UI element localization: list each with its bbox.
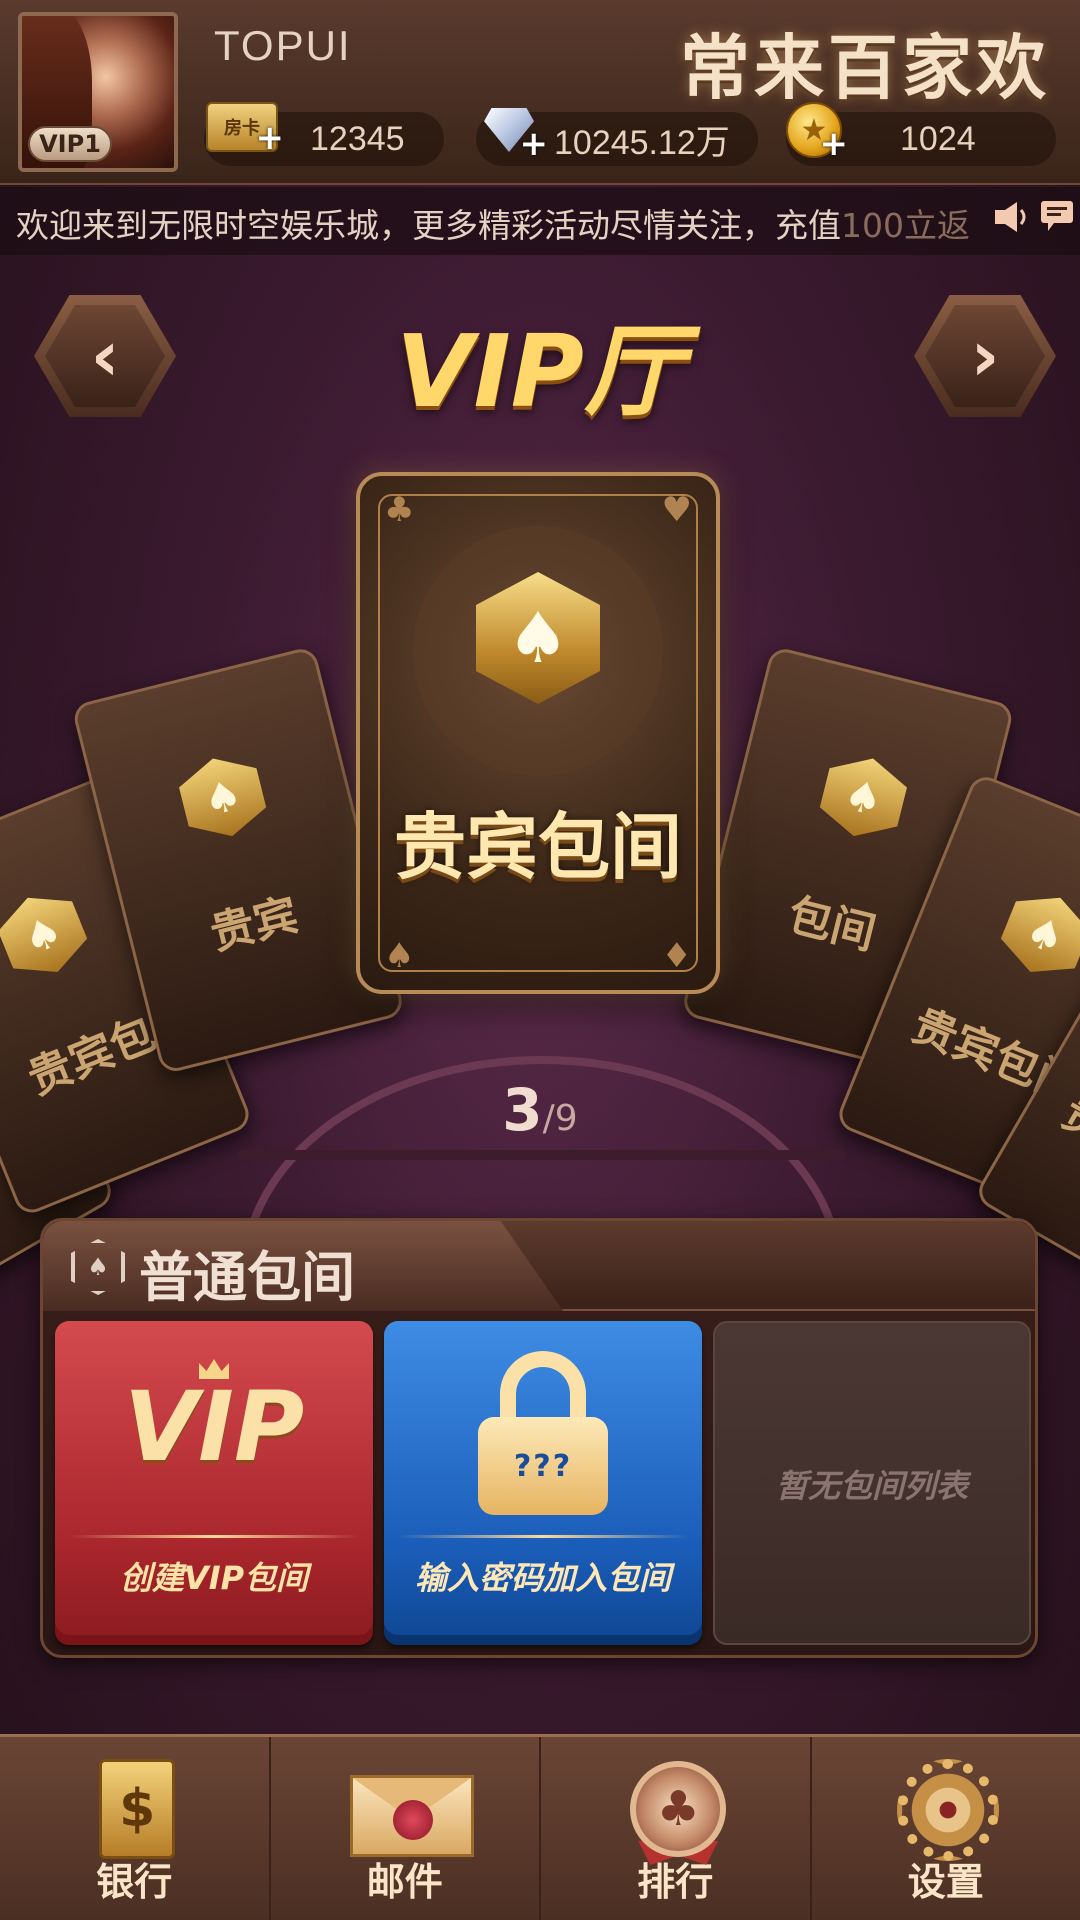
announcement-text: 欢迎来到无限时空娱乐城，更多精彩活动尽情关注，充值100立返 — [16, 206, 970, 245]
create-vip-room-label: 创建VIP包间 — [119, 1559, 309, 1597]
divider — [69, 1535, 359, 1538]
add-room-card-icon[interactable]: + — [256, 118, 285, 158]
nav-bank[interactable]: $ 银行 — [0, 1737, 271, 1920]
coin-stat[interactable]: ★ + 1024 — [786, 102, 1056, 166]
page-current: 3 — [502, 1076, 543, 1144]
coin-count: 1024 — [900, 119, 976, 158]
pager-base — [238, 1150, 846, 1160]
room-card-count: 12345 — [310, 119, 405, 158]
selected-card-label: 贵宾包间 — [393, 805, 682, 889]
panel-header: ♠ 普通包间 — [43, 1221, 1035, 1311]
announcement-bar: 欢迎来到无限时空娱乐城，更多精彩活动尽情关注，充值100立返 — [0, 187, 1080, 255]
top-header: VIP1 TOPUI 常来百家欢 房卡 + 12345 + 10245.12万 … — [0, 0, 1080, 185]
mail-icon — [349, 1775, 474, 1857]
brand-title: 常来百家欢 — [680, 26, 1050, 109]
diamond-count: 10245.12万 — [554, 123, 730, 162]
panel-title: 普通包间 — [139, 1246, 355, 1309]
room-card-stat[interactable]: 房卡 + 12345 — [204, 102, 444, 166]
spade-chip-icon: ♠ — [174, 749, 271, 846]
nav-mail[interactable]: 邮件 — [271, 1737, 541, 1920]
nav-settings[interactable]: 设置 — [812, 1737, 1080, 1920]
divider — [398, 1535, 688, 1538]
empty-room-list: 暂无包间列表 — [713, 1321, 1031, 1645]
lock-icon: ??? — [478, 1351, 608, 1521]
spade-suit-icon: ♠ — [384, 936, 415, 976]
room-card-selected[interactable]: ♠ 贵宾包间 ♣ ♥ ♠ ♦ — [356, 472, 720, 994]
coin-icon: ★ + — [786, 102, 848, 164]
empty-room-list-label: 暂无包间列表 — [775, 1467, 968, 1505]
join-room-by-password-button[interactable]: ??? 输入密码加入包间 — [384, 1321, 702, 1645]
club-suit-icon: ♣ — [384, 490, 415, 530]
speaker-icon[interactable] — [993, 200, 1029, 234]
spade-chip-icon: ♠ — [993, 883, 1080, 987]
add-coin-icon[interactable]: + — [820, 124, 849, 164]
join-room-label: 输入密码加入包间 — [414, 1559, 671, 1597]
add-diamond-icon[interactable]: + — [520, 124, 549, 164]
username: TOPUI — [214, 22, 352, 69]
spade-chip-icon: ♠ — [815, 749, 912, 846]
announcement-text-fade: 100立返 — [841, 206, 970, 245]
message-icon[interactable] — [1040, 200, 1074, 232]
room-panel: ♠ 普通包间 VIP 创建VIP包间 ??? 输入密码加入包间 暂无包间列表 — [40, 1218, 1038, 1658]
diamond-stat[interactable]: + 10245.12万 — [476, 108, 758, 166]
room-card-icon: 房卡 + — [206, 102, 284, 158]
bottom-nav: $ 银行 邮件 ♣ 排行 设置 — [0, 1734, 1080, 1920]
diamond-icon: + — [476, 102, 548, 164]
hall-title: VIP厅 — [396, 313, 684, 430]
vip-logo: VIP — [123, 1371, 305, 1483]
heart-suit-icon: ♥ — [661, 490, 692, 530]
create-vip-room-button[interactable]: VIP 创建VIP包间 — [55, 1321, 373, 1645]
nav-rank[interactable]: ♣ 排行 — [541, 1737, 812, 1920]
page-total: /9 — [542, 1098, 578, 1139]
diamond-suit-icon: ♦ — [661, 936, 692, 976]
vip-badge: VIP1 — [28, 126, 112, 162]
page-indicator: 3/9 — [440, 1076, 640, 1144]
avatar[interactable]: VIP1 — [18, 12, 178, 172]
gear-icon — [896, 1759, 999, 1861]
bank-icon: $ — [99, 1759, 176, 1859]
spade-chip-icon: ♠ — [0, 883, 95, 987]
rank-medal-icon: ♣ — [630, 1761, 727, 1857]
